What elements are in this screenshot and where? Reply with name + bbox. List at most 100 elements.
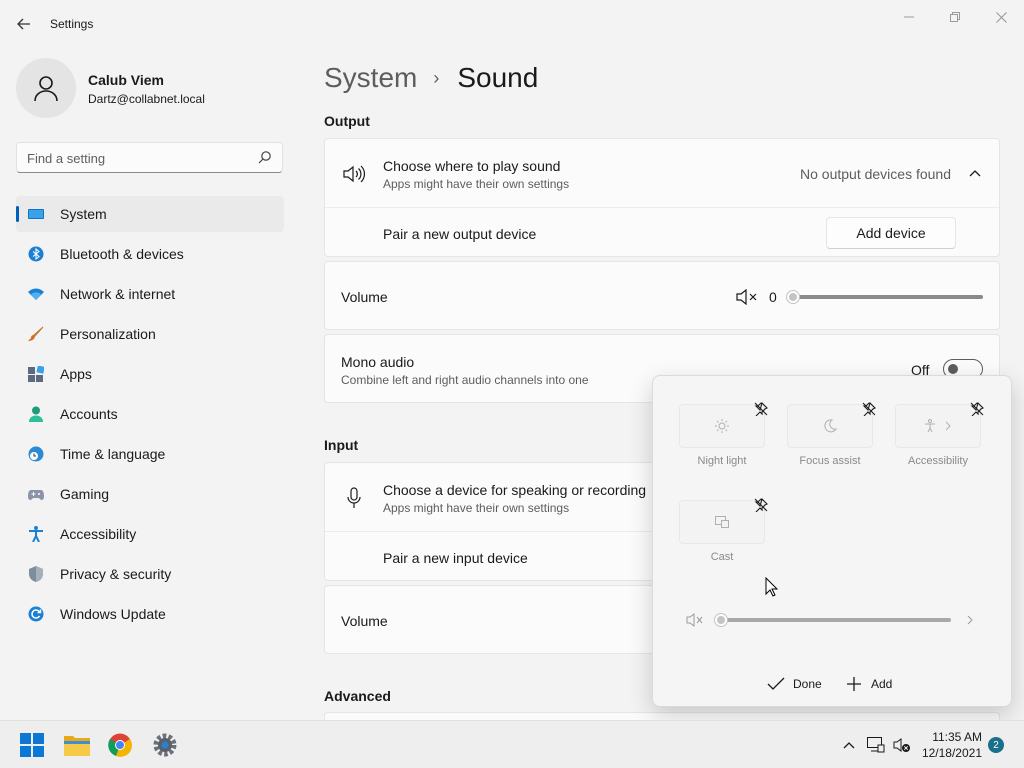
unpin-icon[interactable] bbox=[754, 498, 768, 512]
app-title: Settings bbox=[50, 17, 94, 31]
add-output-device-button[interactable]: Add device bbox=[826, 217, 956, 249]
input-section-title: Input bbox=[324, 437, 359, 453]
avatar bbox=[16, 58, 76, 118]
minimize-button[interactable] bbox=[886, 6, 932, 28]
sidebar-item-label: Bluetooth & devices bbox=[60, 246, 184, 262]
chevron-right-icon bbox=[945, 421, 951, 431]
sidebar-item-label: Accessibility bbox=[60, 526, 137, 542]
close-button[interactable] bbox=[978, 6, 1024, 28]
done-label: Done bbox=[793, 677, 822, 691]
choose-input-title: Choose a device for speaking or recordin… bbox=[383, 482, 647, 498]
network-status-button[interactable] bbox=[866, 735, 886, 755]
shield-icon bbox=[29, 566, 43, 582]
mono-audio-subtitle: Combine left and right audio channels in… bbox=[341, 373, 589, 387]
checkmark-icon bbox=[767, 677, 785, 690]
sidebar-item-time-language[interactable]: Time & language bbox=[16, 436, 284, 472]
back-arrow-icon bbox=[17, 18, 30, 30]
sidebar-item-label: Time & language bbox=[60, 446, 166, 462]
cast-tile[interactable] bbox=[679, 500, 765, 544]
notification-count-badge[interactable]: 2 bbox=[988, 737, 1004, 753]
pair-output-row: Pair a new output device Add device bbox=[325, 208, 999, 258]
sidebar-item-label: Apps bbox=[60, 366, 92, 382]
page-title: Sound bbox=[457, 62, 539, 93]
sidebar-item-personalization[interactable]: Personalization bbox=[16, 316, 284, 352]
search-input[interactable] bbox=[27, 149, 247, 167]
cast-icon bbox=[715, 516, 729, 528]
slider-thumb[interactable] bbox=[714, 613, 728, 627]
focus-assist-tile[interactable] bbox=[787, 404, 873, 448]
pair-output-label: Pair a new output device bbox=[383, 226, 537, 242]
breadcrumb-parent[interactable]: System bbox=[324, 62, 417, 94]
add-button[interactable]: Add bbox=[847, 672, 892, 696]
breadcrumb: System › Sound bbox=[324, 58, 538, 98]
mute-icon[interactable] bbox=[686, 613, 704, 627]
sidebar-item-bluetooth[interactable]: Bluetooth & devices bbox=[16, 236, 284, 272]
sidebar-item-accessibility[interactable]: Accessibility bbox=[16, 516, 284, 552]
sidebar-item-accounts[interactable]: Accounts bbox=[16, 396, 284, 432]
accessibility-tile[interactable] bbox=[895, 404, 981, 448]
sidebar-item-label: Windows Update bbox=[60, 606, 166, 622]
title-bar: Settings bbox=[0, 0, 1024, 48]
update-icon bbox=[28, 606, 44, 622]
slider-track[interactable] bbox=[721, 618, 951, 622]
advanced-section-title: Advanced bbox=[324, 688, 391, 704]
microphone-icon bbox=[347, 487, 361, 508]
night-light-tile[interactable] bbox=[679, 404, 765, 448]
start-button[interactable] bbox=[16, 729, 48, 761]
pair-input-label: Pair a new input device bbox=[383, 550, 528, 566]
sidebar-item-gaming[interactable]: Gaming bbox=[16, 476, 284, 512]
search-icon[interactable] bbox=[258, 150, 272, 164]
accessibility-label: Accessibility bbox=[908, 455, 968, 467]
restore-button[interactable] bbox=[932, 6, 978, 28]
unpin-icon[interactable] bbox=[862, 402, 876, 416]
bluetooth-icon bbox=[28, 246, 44, 262]
chrome-icon bbox=[108, 733, 132, 757]
user-profile[interactable]: Calub Viem Dartz@collabnet.local bbox=[16, 58, 286, 118]
slider-track[interactable] bbox=[793, 295, 983, 299]
sidebar-item-label: Gaming bbox=[60, 486, 110, 502]
focus-assist-label: Focus assist bbox=[799, 455, 861, 467]
back-button[interactable] bbox=[10, 12, 38, 36]
sidebar-item-label: Network & internet bbox=[60, 286, 176, 302]
night-light-label: Night light bbox=[697, 455, 747, 467]
choose-input-subtitle: Apps might have their own settings bbox=[383, 501, 570, 515]
choose-output-subtitle: Apps might have their own settings bbox=[383, 177, 570, 191]
restore-icon bbox=[950, 12, 960, 22]
taskbar: 11:35 AM 12/18/2021 2 bbox=[0, 720, 1024, 768]
sidebar-item-apps[interactable]: Apps bbox=[16, 356, 284, 392]
file-explorer-button[interactable] bbox=[61, 729, 93, 761]
quick-settings-flyout: Night light Focus assist Accessibility C… bbox=[652, 375, 1012, 707]
chevron-up-icon[interactable] bbox=[969, 169, 981, 177]
globe-clock-icon bbox=[28, 446, 44, 462]
sidebar-item-network[interactable]: Network & internet bbox=[16, 276, 284, 312]
mute-icon[interactable] bbox=[736, 289, 758, 305]
clock-time: 11:35 AM bbox=[932, 730, 982, 744]
sidebar-item-windows-update[interactable]: Windows Update bbox=[16, 596, 284, 632]
settings-app-button[interactable] bbox=[149, 729, 181, 761]
input-volume-label: Volume bbox=[341, 613, 388, 629]
choose-output-row[interactable]: Choose where to play sound Apps might ha… bbox=[325, 139, 999, 207]
accessibility-icon bbox=[925, 419, 935, 433]
brush-icon bbox=[28, 326, 44, 341]
output-volume-value: 0 bbox=[769, 289, 777, 305]
file-explorer-icon bbox=[64, 736, 90, 756]
settings-icon bbox=[153, 733, 177, 757]
done-button[interactable]: Done bbox=[767, 672, 822, 696]
slider-thumb[interactable] bbox=[786, 290, 800, 304]
unpin-icon[interactable] bbox=[754, 402, 768, 416]
chevron-right-icon[interactable] bbox=[967, 615, 973, 625]
unpin-icon[interactable] bbox=[970, 402, 984, 416]
volume-status-button[interactable] bbox=[892, 735, 912, 755]
sidebar-item-label: Accounts bbox=[60, 406, 118, 422]
sidebar-item-privacy[interactable]: Privacy & security bbox=[16, 556, 284, 592]
mouse-cursor-icon bbox=[765, 577, 779, 597]
chrome-button[interactable] bbox=[104, 729, 136, 761]
output-section-title: Output bbox=[324, 113, 370, 129]
chevron-up-icon bbox=[843, 742, 855, 749]
output-status: No output devices found bbox=[800, 166, 951, 182]
show-hidden-icons-button[interactable] bbox=[839, 735, 859, 755]
sidebar-item-system[interactable]: System bbox=[16, 196, 284, 232]
minimize-icon bbox=[904, 16, 914, 18]
user-email: Dartz@collabnet.local bbox=[88, 92, 205, 106]
search-box[interactable] bbox=[16, 142, 283, 173]
